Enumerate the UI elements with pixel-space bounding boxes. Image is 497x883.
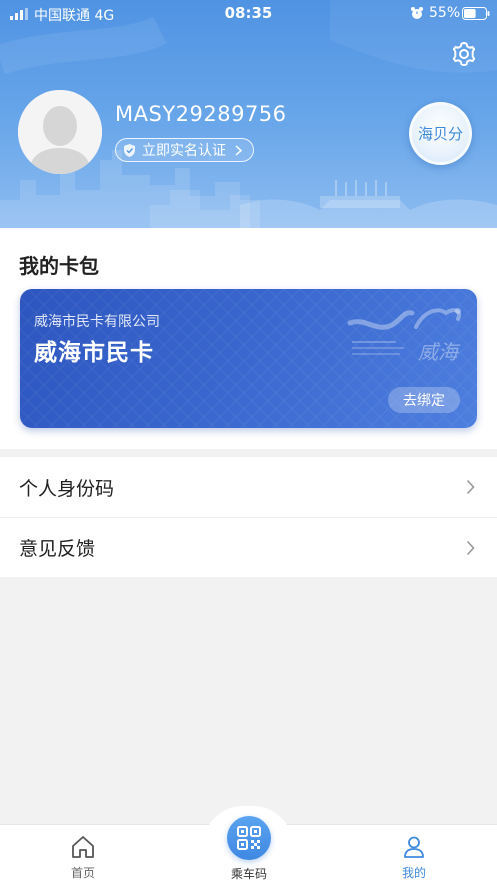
tab-home-label: 首页 (70, 866, 95, 880)
points-button[interactable]: 海贝分 (409, 102, 472, 165)
battery-percent: 55% (429, 5, 461, 21)
svg-text:威海: 威海 (418, 340, 461, 364)
tab-ride-code[interactable]: 乘车码 (218, 816, 280, 883)
profile-header: 中国联通 4G 08:35 55% MASY29289756 立即实名认证 海贝… (0, 0, 497, 228)
section-title: 我的卡包 (19, 254, 99, 278)
tab-home[interactable]: 首页 (53, 824, 113, 883)
avatar[interactable] (18, 90, 102, 174)
tab-mine-label: 我的 (401, 866, 426, 880)
shield-check-icon (124, 143, 135, 157)
citizen-card[interactable]: 威海市民卡有限公司 威海市民卡 威海 去绑定 (20, 289, 477, 428)
points-label: 海贝分 (417, 125, 463, 143)
default-avatar-icon (18, 90, 102, 174)
verify-identity-label: 立即实名认证 (142, 143, 226, 159)
chevron-right-icon (466, 479, 475, 495)
settings-icon[interactable] (450, 40, 478, 68)
weihai-logo: 威海 (347, 308, 461, 364)
verify-identity-button[interactable]: 立即实名认证 (115, 138, 254, 162)
bind-card-button[interactable]: 去绑定 (388, 387, 460, 413)
status-bar: 中国联通 4G 08:35 55% (0, 0, 497, 26)
tab-mine[interactable]: 我的 (384, 824, 444, 883)
menu-item-identity-code[interactable]: 个人身份码 (0, 457, 497, 517)
menu-item-label: 意见反馈 (19, 538, 96, 560)
qr-code-icon (237, 826, 261, 850)
battery-icon (462, 7, 490, 20)
user-icon (404, 836, 424, 858)
card-issuer: 威海市民卡有限公司 (34, 314, 160, 330)
menu-item-label: 个人身份码 (19, 477, 115, 500)
home-icon (72, 836, 94, 858)
tab-ride-label: 乘车码 (230, 867, 267, 881)
alarm-icon (411, 7, 423, 19)
chevron-right-icon (466, 540, 475, 556)
card-name: 威海市民卡 (34, 340, 154, 366)
menu-list: 个人身份码 意见反馈 (0, 457, 497, 577)
chevron-right-icon (235, 144, 243, 156)
card-wallet-section: 我的卡包 威海市民卡有限公司 威海市民卡 威海 去绑定 (0, 228, 497, 449)
ride-code-button (227, 816, 271, 860)
menu-item-feedback[interactable]: 意见反馈 (0, 517, 497, 577)
username: MASY29289756 (115, 102, 287, 126)
